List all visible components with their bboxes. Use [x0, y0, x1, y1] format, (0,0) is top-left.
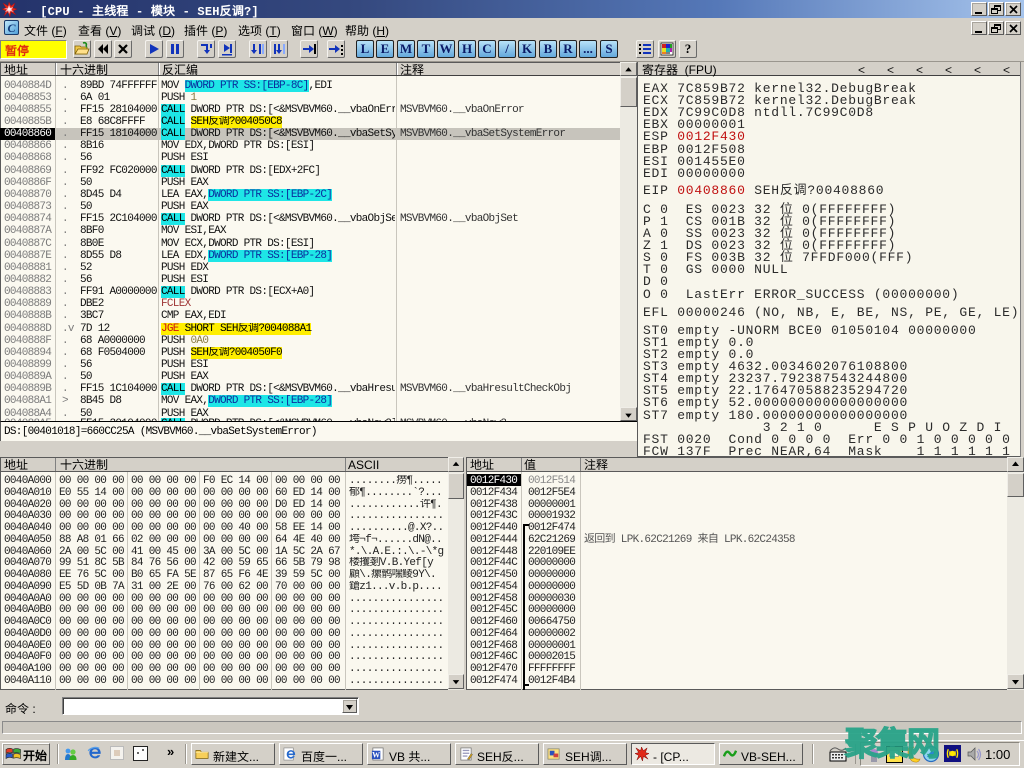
svg-text:W: W — [372, 751, 380, 760]
